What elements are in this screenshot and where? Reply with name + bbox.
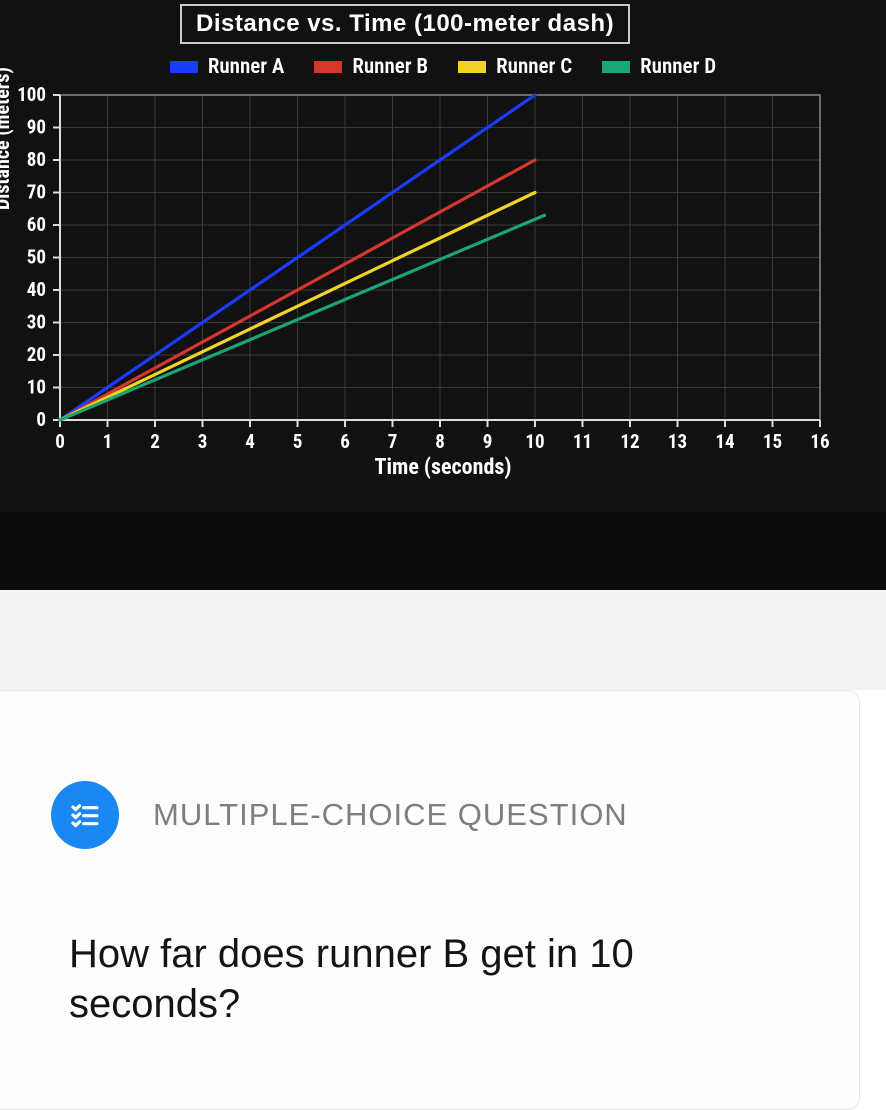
- svg-text:6: 6: [340, 430, 350, 453]
- svg-text:12: 12: [620, 430, 639, 453]
- svg-text:7: 7: [388, 430, 398, 453]
- svg-text:11: 11: [573, 430, 592, 453]
- svg-text:10: 10: [27, 376, 46, 399]
- svg-text:5: 5: [293, 430, 303, 453]
- svg-text:13: 13: [668, 430, 687, 453]
- svg-text:9: 9: [483, 430, 493, 453]
- chart-title: Distance vs. Time (100-meter dash): [180, 4, 630, 44]
- legend-item-runner-a: Runner A: [170, 55, 285, 79]
- svg-text:16: 16: [810, 430, 829, 453]
- legend-item-runner-b: Runner B: [314, 55, 428, 79]
- legend-swatch-c: [458, 61, 486, 73]
- svg-text:60: 60: [27, 213, 46, 236]
- legend-swatch-a: [170, 61, 198, 73]
- legend-item-runner-c: Runner C: [458, 55, 572, 79]
- svg-text:15: 15: [763, 430, 782, 453]
- legend-label-b: Runner B: [352, 55, 428, 79]
- question-type-label: MULTIPLE-CHOICE QUESTION: [153, 797, 628, 833]
- svg-text:8: 8: [435, 430, 445, 453]
- legend-label-d: Runner D: [640, 55, 716, 79]
- svg-text:3: 3: [198, 430, 208, 453]
- legend-swatch-d: [602, 61, 630, 73]
- svg-text:50: 50: [27, 246, 46, 269]
- chart-plot-area: 0123456789101112131415160102030405060708…: [60, 95, 820, 420]
- svg-text:0: 0: [36, 408, 46, 431]
- svg-text:4: 4: [245, 430, 255, 453]
- svg-text:80: 80: [27, 148, 46, 171]
- content-gap: [0, 590, 886, 690]
- legend-label-a: Runner A: [208, 55, 285, 79]
- y-axis-label: Distance (meters): [0, 67, 14, 210]
- svg-text:1: 1: [103, 430, 113, 453]
- svg-text:20: 20: [27, 343, 46, 366]
- chart-panel: Distance vs. Time (100-meter dash) Runne…: [0, 0, 886, 590]
- question-header: MULTIPLE-CHOICE QUESTION: [51, 781, 799, 849]
- x-axis-label: Time (seconds): [0, 455, 886, 480]
- svg-text:70: 70: [27, 181, 46, 204]
- legend-label-c: Runner C: [496, 55, 572, 79]
- svg-text:40: 40: [27, 278, 46, 301]
- svg-text:30: 30: [27, 311, 46, 334]
- chart-legend: Runner A Runner B Runner C Runner D: [0, 55, 886, 79]
- svg-text:14: 14: [715, 430, 734, 453]
- svg-text:0: 0: [55, 430, 65, 453]
- svg-text:10: 10: [525, 430, 544, 453]
- svg-text:90: 90: [27, 116, 46, 139]
- legend-item-runner-d: Runner D: [602, 55, 716, 79]
- legend-swatch-b: [314, 61, 342, 73]
- question-text: How far does runner B get in 10 seconds?: [51, 929, 799, 1029]
- question-card: MULTIPLE-CHOICE QUESTION How far does ru…: [0, 690, 860, 1110]
- multiple-choice-icon: [51, 781, 119, 849]
- chart-canvas: Distance vs. Time (100-meter dash) Runne…: [0, 0, 886, 512]
- svg-text:2: 2: [150, 430, 160, 453]
- svg-text:100: 100: [17, 83, 46, 106]
